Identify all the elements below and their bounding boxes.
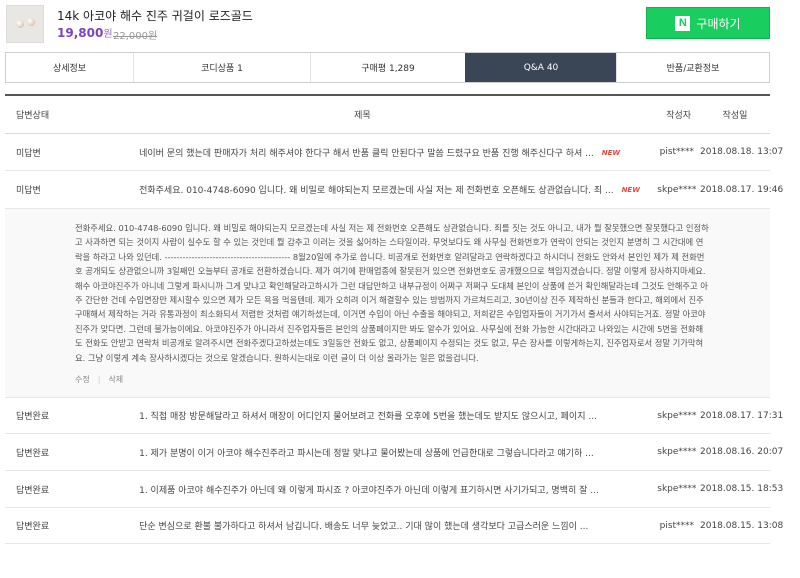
row-title-text: 전화주세요. 010-4748-6090 입니다. 왜 비밀로 해야되는지 모르… bbox=[139, 186, 614, 196]
tab-label: Q&A 40 bbox=[523, 62, 559, 73]
row-title[interactable]: 1. 이제품 아코야 해수진주가 아닌데 왜 이렇게 파시죠 ? 아코야진주가 … bbox=[69, 483, 654, 496]
row-status: 미답변 bbox=[16, 148, 41, 159]
row-title-text: 1. 직접 매장 방문해달라고 하셔서 매장이 어디인지 물어보려고 전화를 오… bbox=[139, 412, 597, 423]
row-title[interactable]: 1. 직접 매장 방문해달라고 하셔서 매장이 어디인지 물어보려고 전화를 오… bbox=[69, 409, 654, 422]
tab-details[interactable]: 상세정보 bbox=[5, 53, 133, 82]
tab-reviews[interactable]: 구매평 1,289 bbox=[310, 53, 465, 82]
row-writer: skpe**** bbox=[657, 447, 697, 458]
row-title-text: 1. 제가 분명이 이거 아코야 해수진주라고 파시는데 정말 맞냐고 물어봤는… bbox=[139, 448, 594, 459]
table-row[interactable]: 답변완료 단순 변심으로 환불 불가하다고 하셔서 남깁니다. 배송도 너무 늦… bbox=[5, 508, 784, 545]
product-thumbnail[interactable] bbox=[6, 5, 44, 43]
row-status: 답변완료 bbox=[16, 522, 50, 533]
price-value: 19,800 bbox=[57, 26, 104, 40]
row-status: 미답변 bbox=[16, 186, 41, 196]
header-date: 작성일 bbox=[722, 111, 748, 121]
row-date: 2018.08.16. 20:07 bbox=[700, 447, 784, 458]
tab-return-exchange[interactable]: 반품/교환정보 bbox=[616, 53, 770, 82]
naver-logo-icon: N bbox=[675, 15, 691, 31]
product-tabs: 상세정보 코디상품 1 구매평 1,289 Q&A 40 반품/교환정보 bbox=[5, 52, 770, 83]
row-date: 2018.08.17. 19:46 bbox=[700, 184, 784, 195]
row-writer: pist**** bbox=[659, 520, 695, 531]
original-price: 22,000원 bbox=[113, 31, 158, 42]
row-status: 답변완료 bbox=[16, 412, 50, 423]
row-writer: skpe**** bbox=[657, 184, 697, 195]
row-writer: skpe**** bbox=[657, 410, 697, 421]
row-date: 2018.08.15. 13:08 bbox=[700, 520, 784, 531]
row-title-text: 네이버 문의 했는데 판매자가 처리 해주셔야 한다구 해서 반품 클릭 안된다… bbox=[139, 148, 594, 159]
row-title[interactable]: 단순 변심으로 환불 불가하다고 하셔서 남깁니다. 배송도 너무 늦었고.. … bbox=[69, 519, 654, 532]
new-badge: NEW bbox=[601, 148, 621, 157]
table-row[interactable]: 답변완료 1. 직접 매장 방문해달라고 하셔서 매장이 어디인지 물어보려고 … bbox=[5, 398, 784, 435]
product-header: 14k 아코야 해수 진주 귀걸이 로즈골드 19,800원 22,000원 N… bbox=[0, 0, 800, 50]
row-title[interactable]: 전화주세요. 010-4748-6090 입니다. 왜 비밀로 해야되는지 모르… bbox=[69, 183, 654, 196]
row-status: 답변완료 bbox=[16, 448, 50, 459]
row-writer: pist**** bbox=[659, 147, 695, 157]
question-actions: 수정 | 삭제 bbox=[75, 373, 710, 387]
expanded-question: 전화주세요. 010-4748-6090 입니다. 왜 비밀로 해야되는지 모르… bbox=[5, 209, 770, 399]
product-price: 19,800원 bbox=[57, 25, 113, 40]
row-status: 답변완료 bbox=[16, 485, 50, 496]
table-row[interactable]: 미답변 네이버 문의 했는데 판매자가 처리 해주셔야 한다구 해서 반품 클릭… bbox=[5, 134, 784, 171]
row-writer: skpe**** bbox=[657, 484, 697, 495]
tab-coordi[interactable]: 코디상품 1 bbox=[133, 53, 310, 82]
question-body: 전화주세요. 010-4748-6090 입니다. 왜 비밀로 해야되는지 모르… bbox=[75, 223, 709, 363]
product-title: 14k 아코야 해수 진주 귀걸이 로즈골드 bbox=[57, 9, 253, 23]
table-row[interactable]: 답변완료 1. 이제품 아코야 해수진주가 아닌데 왜 이렇게 파시죠 ? 아코… bbox=[5, 471, 784, 509]
table-header: 답변상태 제목 작성자 작성일 bbox=[5, 94, 770, 134]
tab-label: 상세정보 bbox=[52, 64, 87, 74]
buy-button[interactable]: N 구매하기 bbox=[646, 7, 770, 39]
price-unit: 원 bbox=[103, 29, 113, 40]
row-date: 2018.08.18. 13:07 bbox=[700, 147, 784, 157]
table-row[interactable]: 미답변 전화주세요. 010-4748-6090 입니다. 왜 비밀로 해야되는… bbox=[5, 171, 784, 209]
header-writer: 작성자 bbox=[666, 111, 692, 121]
tab-qna[interactable]: Q&A 40 bbox=[465, 53, 616, 82]
tab-label: 코디상품 1 bbox=[201, 64, 243, 74]
table-row[interactable]: 답변완료 1. 제가 분명이 이거 아코야 해수진주라고 파시는데 정말 맞냐고… bbox=[5, 434, 784, 472]
row-title-text: 단순 변심으로 환불 불가하다고 하셔서 남깁니다. 배송도 너무 늦었고.. … bbox=[139, 522, 589, 533]
tab-label: 구매평 1,289 bbox=[361, 64, 415, 74]
row-date: 2018.08.15. 18:53 bbox=[700, 484, 784, 495]
edit-link[interactable]: 수정 bbox=[75, 375, 90, 384]
row-title[interactable]: 1. 제가 분명이 이거 아코야 해수진주라고 파시는데 정말 맞냐고 물어봤는… bbox=[69, 446, 654, 459]
delete-link[interactable]: 삭제 bbox=[108, 375, 123, 384]
row-title[interactable]: 네이버 문의 했는데 판매자가 처리 해주셔야 한다구 해서 반품 클릭 안된다… bbox=[69, 146, 654, 159]
divider: | bbox=[97, 375, 101, 385]
new-badge: NEW bbox=[621, 186, 640, 194]
header-status: 답변상태 bbox=[16, 111, 50, 121]
qna-table: 답변상태 제목 작성자 작성일 미답변 네이버 문의 했는데 판매자가 처리 해… bbox=[5, 94, 784, 545]
row-title-text: 1. 이제품 아코야 해수진주가 아닌데 왜 이렇게 파시죠 ? 아코야진주가 … bbox=[139, 485, 599, 496]
row-date: 2018.08.17. 17:31 bbox=[700, 410, 784, 421]
tab-label: 반품/교환정보 bbox=[666, 64, 720, 74]
header-title: 제목 bbox=[354, 111, 371, 121]
buy-button-label: 구매하기 bbox=[696, 16, 741, 31]
